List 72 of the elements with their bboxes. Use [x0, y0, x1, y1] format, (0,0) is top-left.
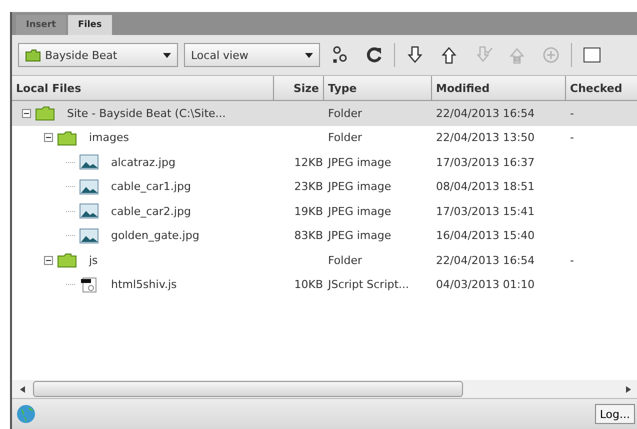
folder-icon [57, 130, 77, 146]
file-type: JScript Script... [328, 278, 410, 292]
horizontal-scrollbar[interactable] [12, 380, 637, 398]
modified-date: 17/03/2013 16:37 [436, 156, 535, 169]
checked-out-status: - [570, 254, 574, 267]
file-name: Site - Bayside Beat (C:\Site... [67, 106, 226, 120]
scroll-right-icon[interactable] [626, 386, 631, 392]
image-file-icon [79, 154, 99, 170]
file-size: 23KB [294, 180, 323, 194]
caret-icon [163, 52, 171, 58]
file-size: 83KB [294, 229, 323, 242]
file-name: alcatraz.jpg [111, 156, 176, 169]
down-arrow-icon[interactable] [405, 45, 425, 65]
file-size: 12KB [294, 156, 323, 169]
file-name: images [89, 131, 129, 144]
log-button[interactable]: Log... [594, 404, 635, 424]
file-size: 10KB [294, 278, 323, 292]
file-size: 19KB [294, 204, 323, 218]
file-type: JPEG image [328, 229, 392, 242]
file-row[interactable]: cable_car2.jpg 19KB JPEG image 17/03/2013 15:41 [12, 199, 637, 224]
modified-date: 04/03/2013 01:10 [436, 278, 535, 292]
file-row[interactable]: alcatraz.jpg 12KB JPEG image 17/03/2013 16:37 [12, 150, 637, 174]
column-header[interactable]: Size [274, 76, 324, 100]
file-name: cable_car1.jpg [111, 180, 191, 194]
collapse-icon[interactable] [44, 256, 53, 265]
modified-date: 17/03/2013 15:41 [436, 204, 535, 218]
collapse-icon[interactable] [44, 133, 53, 142]
checked-out-status: - [570, 106, 574, 120]
file-type: JPEG image [328, 204, 392, 218]
file-type: Folder [328, 254, 362, 267]
modified-date: 08/04/2013 18:51 [436, 180, 535, 194]
column-header[interactable]: Type [324, 76, 432, 100]
file-type: Folder [328, 106, 362, 120]
file-name: cable_car2.jpg [111, 204, 191, 218]
caret-icon [305, 52, 313, 58]
file-row[interactable]: images Folder 22/04/2013 13:50 - [12, 126, 637, 150]
modified-date: 22/04/2013 13:50 [436, 131, 535, 144]
up-arrow-icon[interactable] [439, 45, 459, 65]
scroll-left-icon[interactable] [20, 386, 25, 392]
folder-icon [35, 105, 55, 122]
column-header[interactable]: Modified [432, 76, 566, 100]
file-row[interactable]: js Folder 22/04/2013 16:54 - [12, 248, 637, 272]
file-type: JPEG image [328, 156, 392, 169]
collapse-icon[interactable] [22, 108, 31, 118]
checked-out-status: - [570, 131, 574, 144]
modified-date: 22/04/2013 16:54 [436, 254, 535, 267]
globe-icon[interactable] [16, 404, 36, 424]
site-dropdown[interactable]: Bayside Beat [18, 43, 178, 67]
folder-icon [25, 48, 41, 62]
file-name: golden_gate.jpg [111, 229, 200, 242]
folder-icon [57, 252, 77, 268]
refresh-icon[interactable] [364, 45, 384, 65]
file-row[interactable]: cable_car1.jpg 23KB JPEG image 08/04/2013 18:51 [12, 174, 637, 199]
file-row[interactable]: html5shiv.js 10KB JScript Script... 04/03/2013 01:10 [12, 272, 637, 297]
scroll-thumb[interactable] [33, 381, 463, 397]
file-type: Folder [328, 131, 362, 144]
column-header[interactable]: Checked [566, 76, 637, 100]
modified-date: 16/04/2013 15:40 [436, 229, 535, 242]
file-row[interactable]: golden_gate.jpg 83KB JPEG image 16/04/2013 15:40 [12, 224, 637, 248]
file-type: JPEG image [328, 180, 392, 194]
file-row[interactable]: Site - Bayside Beat (C:\Site... Folder 22/04/2013 16:54 - [12, 101, 637, 126]
view-dropdown[interactable]: Local view [184, 43, 320, 67]
file-name: js [89, 254, 98, 267]
script-file-icon [79, 276, 99, 293]
image-file-icon [79, 178, 99, 195]
window-icon[interactable] [582, 45, 602, 65]
panel-tab[interactable]: Files [68, 15, 112, 35]
file-name: html5shiv.js [111, 278, 177, 292]
image-file-icon [79, 228, 99, 244]
modified-date: 22/04/2013 16:54 [436, 106, 535, 120]
column-header[interactable]: Local Files [12, 76, 274, 100]
image-file-icon [79, 203, 99, 220]
